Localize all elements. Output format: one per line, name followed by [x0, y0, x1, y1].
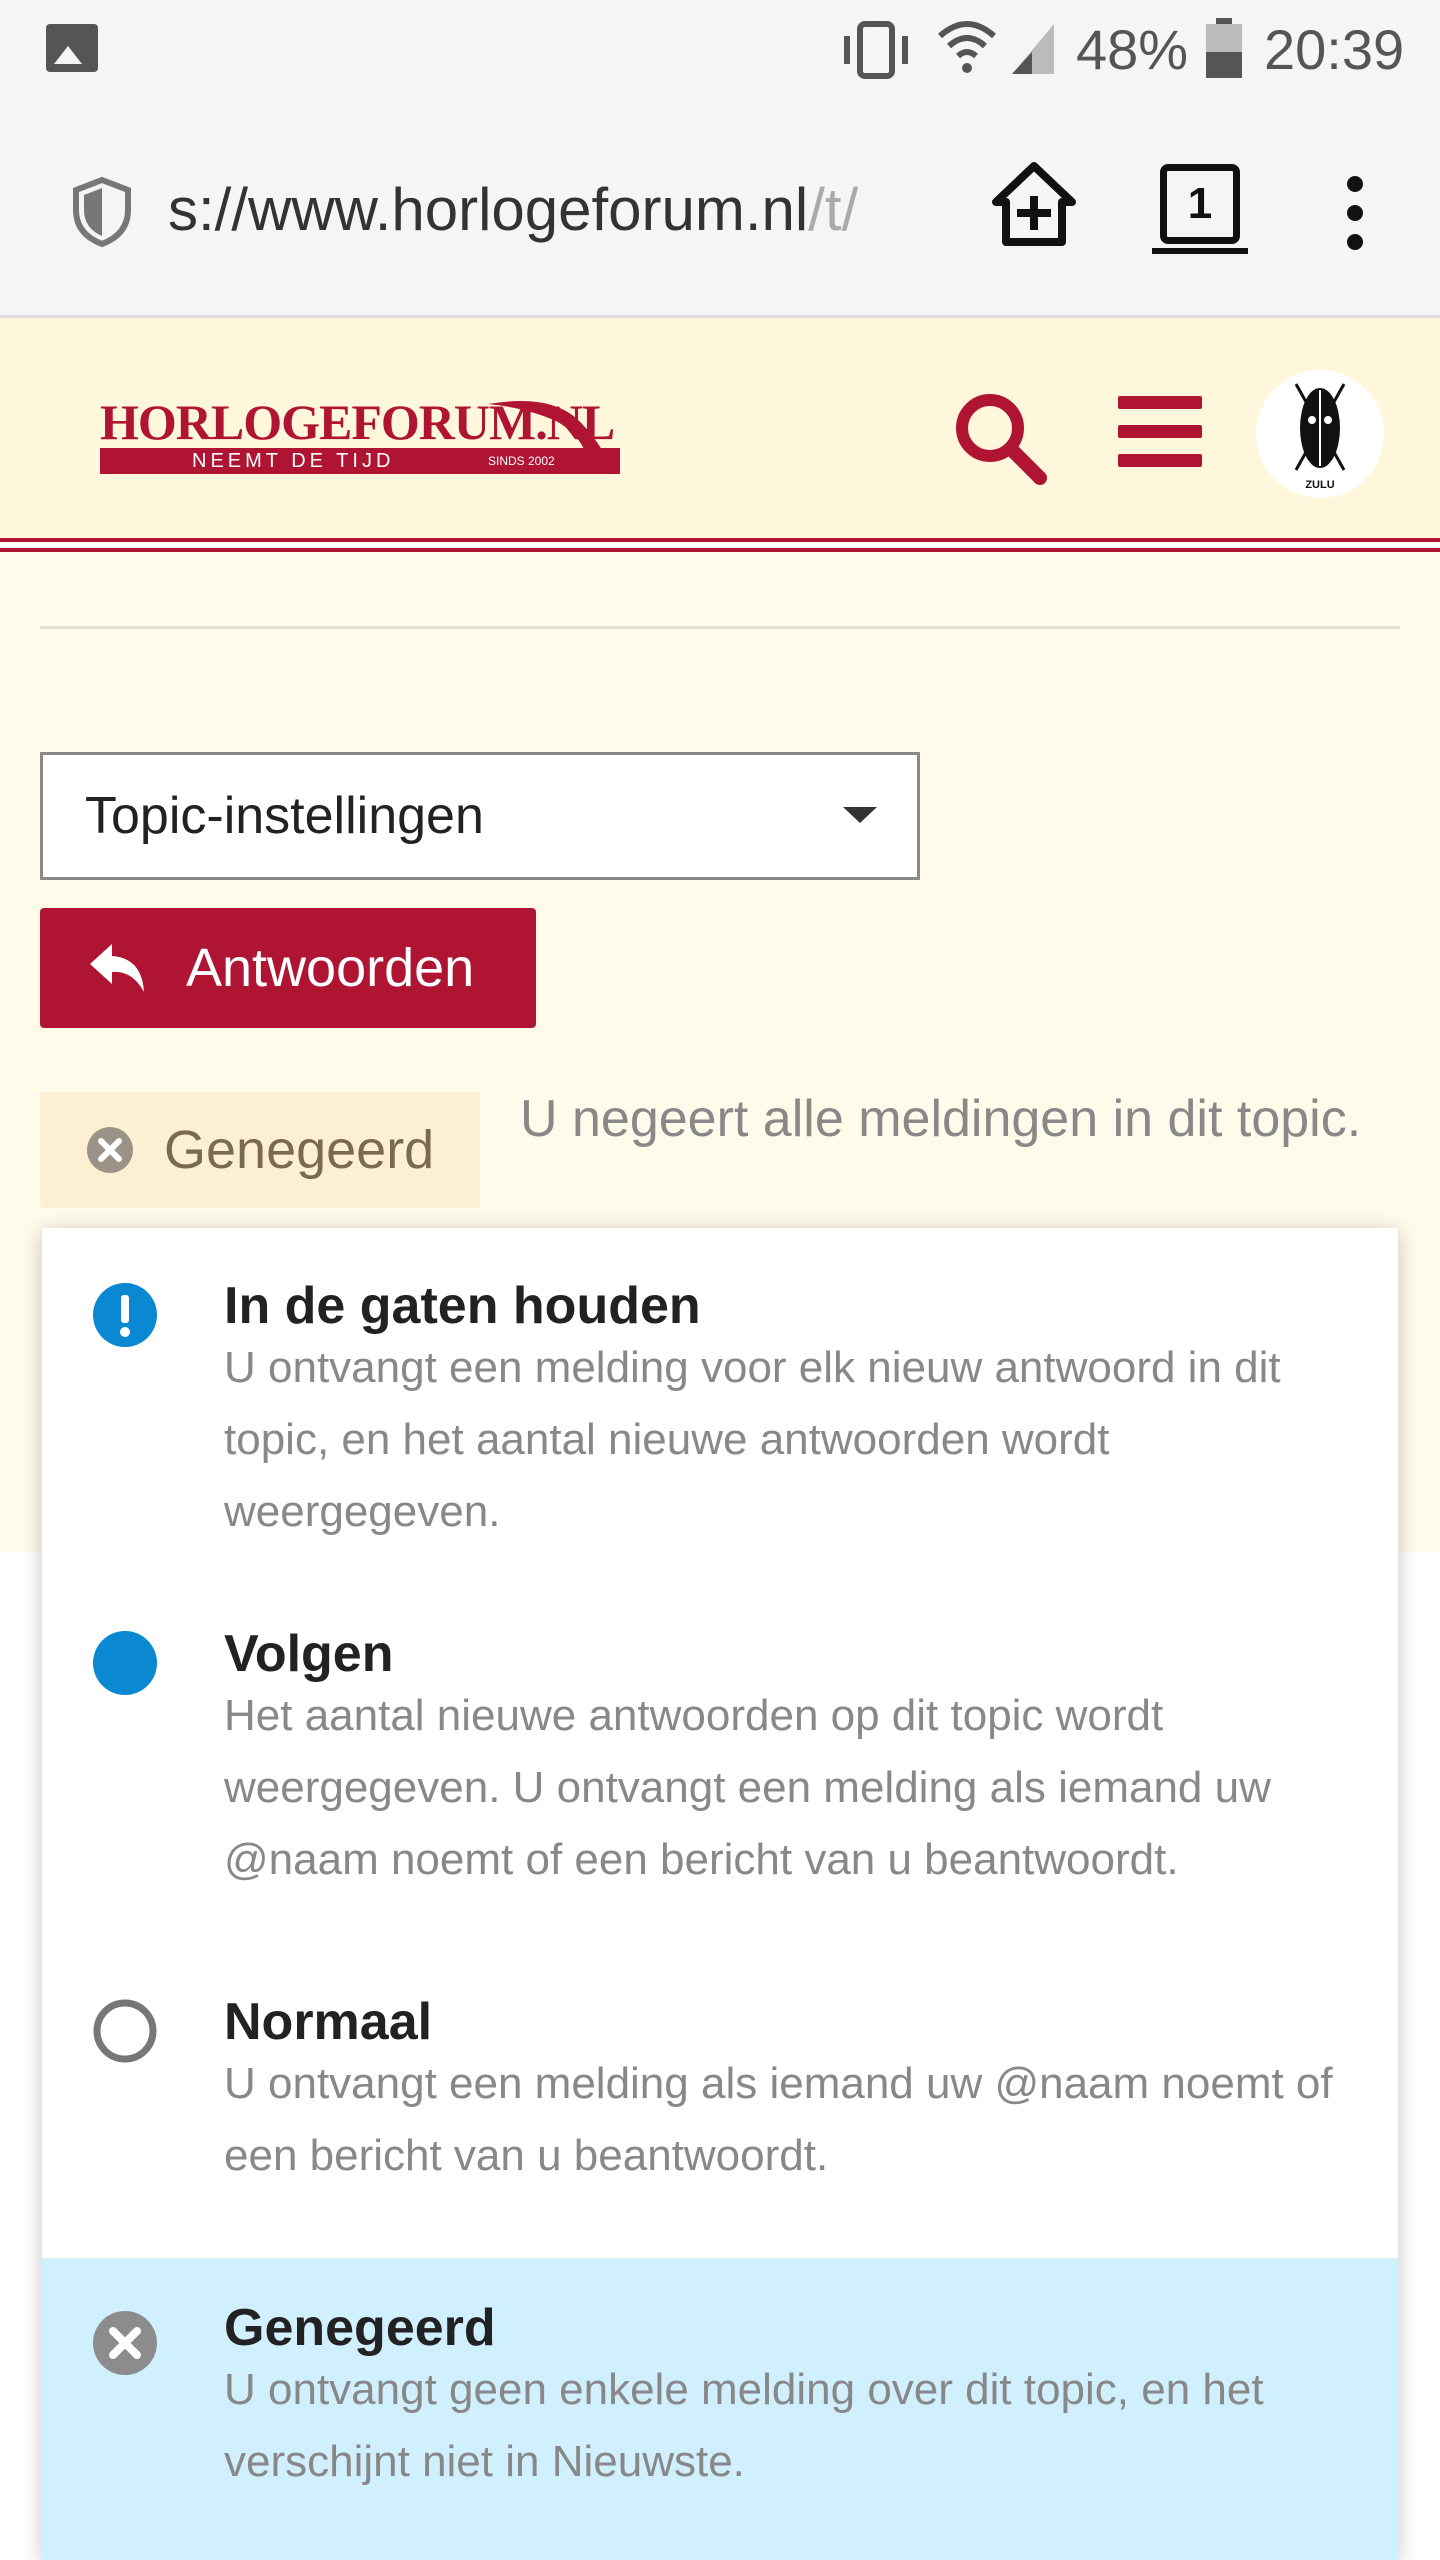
url-path: /t/ [808, 176, 859, 243]
option-muted[interactable]: Genegeerd U ontvangt geen enkele melding… [42, 2258, 1398, 2560]
tabs-underline [1152, 248, 1248, 254]
url-host: s://www.horlogeforum.nl [168, 176, 809, 243]
option-watching[interactable]: In de gaten houden U ontvangt een meldin… [42, 1228, 1398, 1580]
topic-settings-label: Topic-instellingen [85, 787, 484, 845]
search-icon[interactable] [952, 390, 1048, 486]
x-circle-icon [87, 1127, 133, 1173]
logo-swoosh-icon [488, 401, 614, 472]
option-title: Volgen [224, 1625, 394, 1683]
logo-tagline: NEEMT DE TIJD [192, 450, 395, 472]
menu-icon[interactable] [1118, 396, 1202, 468]
shield-icon[interactable] [70, 176, 134, 248]
vibrate-icon [844, 21, 908, 79]
status-bar: 48% 20:39 [0, 0, 1440, 98]
x-circle-icon [93, 2311, 157, 2375]
avatar[interactable]: ZULU [1256, 370, 1384, 498]
option-title: Genegeerd [224, 2299, 496, 2357]
clock: 20:39 [1264, 18, 1405, 81]
wifi-icon [938, 21, 996, 73]
option-title: Normaal [224, 1993, 433, 2051]
option-title: In de gaten houden [224, 1277, 701, 1335]
browser-toolbar: s://www.horlogeforum.nl/t/ 1 [0, 98, 1440, 318]
reply-button-label: Antwoorden [186, 938, 475, 998]
option-description: U ontvangt geen enkele melding over dit … [224, 2365, 1264, 2486]
notification-level-dropdown: In de gaten houden U ontvangt een meldin… [42, 1228, 1398, 2560]
option-description: U ontvangt een melding voor elk nieuw an… [224, 1343, 1281, 1536]
notification-level-description: U negeert alle meldingen in dit topic. [520, 1090, 1362, 1148]
option-regular[interactable]: Normaal U ontvangt een melding als ieman… [42, 1950, 1398, 2240]
notification-level-button[interactable]: Genegeerd [40, 1092, 480, 1208]
topic-settings-select[interactable]: Topic-instellingen [40, 752, 920, 880]
tabs-icon[interactable]: 1 [1160, 164, 1240, 244]
site-logo[interactable]: HORLOGEFORUM.NL NEEMT DE TIJD SINDS 2002 [100, 394, 620, 484]
filled-circle-icon [93, 1631, 157, 1695]
url-field[interactable]: s://www.horlogeforum.nl/t/ [168, 170, 948, 250]
option-tracking[interactable]: Volgen Het aantal nieuwe antwoorden op d… [42, 1580, 1398, 1950]
battery-percent: 48% [1076, 18, 1189, 81]
content-divider [40, 626, 1400, 629]
more-vertical-icon[interactable] [1336, 174, 1374, 252]
header-divider [0, 538, 1440, 542]
avatar-caption: ZULU [1305, 479, 1335, 491]
empty-circle-icon [93, 1999, 157, 2063]
option-description: Het aantal nieuwe antwoorden op dit topi… [224, 1691, 1271, 1884]
home-add-icon[interactable] [988, 158, 1080, 250]
caret-down-icon [843, 807, 877, 823]
option-description: U ontvangt een melding als iemand uw @na… [224, 2059, 1333, 2180]
tab-count: 1 [1187, 179, 1213, 228]
signal-icon [1012, 24, 1054, 74]
notification-level-label: Genegeerd [164, 1120, 435, 1180]
battery-icon [1206, 18, 1242, 78]
exclamation-circle-icon [93, 1283, 157, 1347]
reply-button[interactable]: Antwoorden [40, 908, 536, 1028]
image-icon [46, 24, 98, 72]
reply-icon [90, 944, 144, 992]
